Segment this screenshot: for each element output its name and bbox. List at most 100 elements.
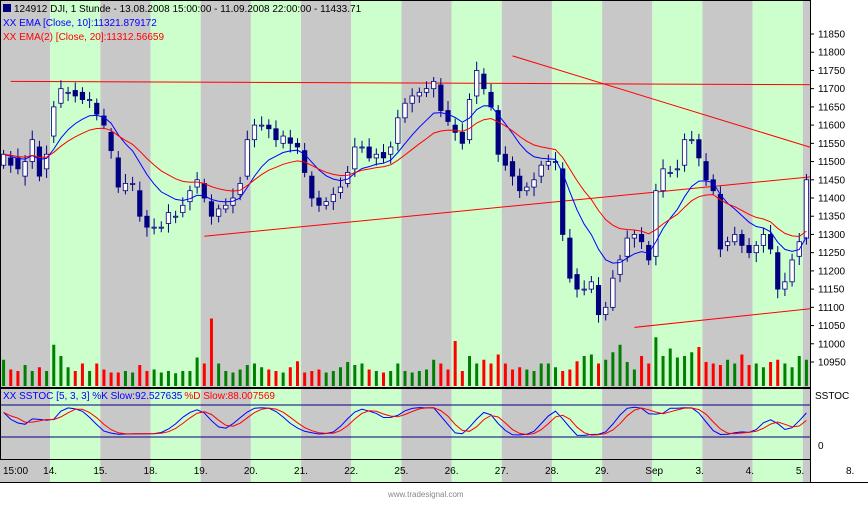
- candle-body: [259, 124, 265, 127]
- ema10-legend[interactable]: XX EMA [Close, 10]:11321.879172: [3, 18, 157, 29]
- candle-body: [251, 124, 258, 141]
- price-tick-label: 11850: [818, 30, 846, 41]
- volume-bar: [9, 369, 13, 386]
- candle-body: [151, 226, 157, 229]
- volume-bar: [604, 359, 608, 386]
- volume-bar: [367, 369, 371, 386]
- candle-body: [29, 139, 35, 162]
- candle-body: [703, 161, 709, 181]
- time-tick-label: 29.: [595, 466, 609, 477]
- volume-bar: [59, 356, 63, 386]
- volume-bar: [224, 371, 228, 386]
- candle-body: [187, 190, 193, 203]
- time-tick-label: 5.: [796, 466, 804, 477]
- volume-bar: [381, 372, 385, 386]
- chart-window: 10950 11000 11050 11100 11150 11200 11250 11300…: [0, 0, 868, 501]
- candle-body: [545, 161, 551, 166]
- volume-bar: [711, 363, 715, 386]
- candle-body: [0, 153, 7, 166]
- stoch-legend[interactable]: XX SSTOC [5, 3, 3] %K Slow:92.527635 %D S…: [3, 391, 275, 402]
- volume-bar: [331, 371, 335, 386]
- volume-bar: [525, 369, 529, 386]
- volume-bar: [16, 371, 20, 386]
- candle-body: [423, 88, 430, 93]
- volume-bar: [640, 356, 644, 386]
- volume-bar: [123, 371, 127, 386]
- time-tick-label: 14.: [43, 466, 57, 477]
- candle-body: [746, 244, 752, 254]
- candle-body: [574, 274, 580, 290]
- volume-bar: [425, 369, 429, 386]
- volume-bar: [410, 372, 414, 386]
- candle-body: [266, 124, 272, 130]
- candle-body: [337, 186, 344, 193]
- candle-body: [402, 102, 408, 119]
- volume-bar: [102, 369, 106, 386]
- volume-bar: [267, 369, 271, 386]
- candle-body: [767, 234, 774, 250]
- candle-body: [15, 157, 21, 170]
- candle-body: [588, 281, 594, 290]
- volume-bar: [503, 363, 507, 386]
- volume-bar: [303, 372, 307, 386]
- volume-bar: [195, 357, 199, 386]
- day-band: [752, 0, 803, 482]
- day-band: [351, 0, 402, 482]
- price-tick-label: 11750: [818, 66, 846, 77]
- candle-body: [760, 234, 767, 246]
- volume-bar: [632, 369, 636, 386]
- volume-bar: [245, 365, 249, 386]
- candle-body: [72, 90, 78, 97]
- candle-body: [409, 95, 415, 104]
- day-band: [301, 0, 352, 482]
- volume-bar: [95, 363, 99, 386]
- volume-bar: [2, 359, 6, 386]
- candle-body: [380, 152, 387, 159]
- volume-bar: [589, 354, 593, 386]
- price-tick-label: 11000: [818, 339, 846, 350]
- candle-body: [717, 193, 723, 250]
- volume-bar: [166, 371, 170, 386]
- volume-bar: [597, 363, 601, 386]
- volume-bar: [439, 363, 443, 386]
- candle-body: [739, 234, 745, 246]
- volume-bar: [238, 369, 242, 386]
- candle-body: [158, 226, 164, 229]
- candle-body: [674, 168, 680, 171]
- volume-bar: [496, 354, 500, 386]
- candle-body: [466, 99, 473, 141]
- volume-bar: [52, 344, 56, 386]
- volume-bar: [360, 363, 364, 386]
- candle-body: [524, 186, 530, 192]
- volume-bar: [45, 371, 49, 386]
- volume-bar: [482, 359, 486, 386]
- price-chart[interactable]: 10950 11000 11050 11100 11150 11200 11250 11300…: [0, 0, 868, 501]
- volume-bar: [116, 372, 120, 386]
- candle-body: [581, 288, 587, 291]
- candle-body: [603, 306, 609, 316]
- volume-bar: [675, 357, 679, 386]
- candle-body: [144, 215, 150, 228]
- volume-bar: [131, 372, 135, 386]
- time-tick-label: 27.: [495, 466, 509, 477]
- volume-bar: [582, 356, 586, 386]
- volume-bar: [554, 367, 558, 386]
- volume-bar: [324, 372, 328, 386]
- volume-bar: [403, 371, 407, 386]
- watermark: www.tradesignal.com: [387, 490, 464, 499]
- day-band: [0, 0, 51, 482]
- volume-bar: [546, 363, 550, 386]
- volume-bar: [23, 365, 27, 386]
- candle-body: [87, 99, 93, 101]
- volume-bar: [460, 371, 464, 386]
- candle-body: [724, 241, 731, 246]
- candle-body: [631, 234, 637, 239]
- volume-bar: [432, 359, 436, 386]
- volume-bar: [697, 347, 701, 386]
- volume-bar: [468, 356, 472, 386]
- price-tick-label: 11200: [818, 266, 846, 277]
- day-band: [100, 0, 151, 482]
- candle-body: [474, 70, 480, 97]
- day-band: [150, 0, 201, 482]
- ema20-legend[interactable]: XX EMA(2) [Close, 20]:11312.56659: [3, 32, 164, 43]
